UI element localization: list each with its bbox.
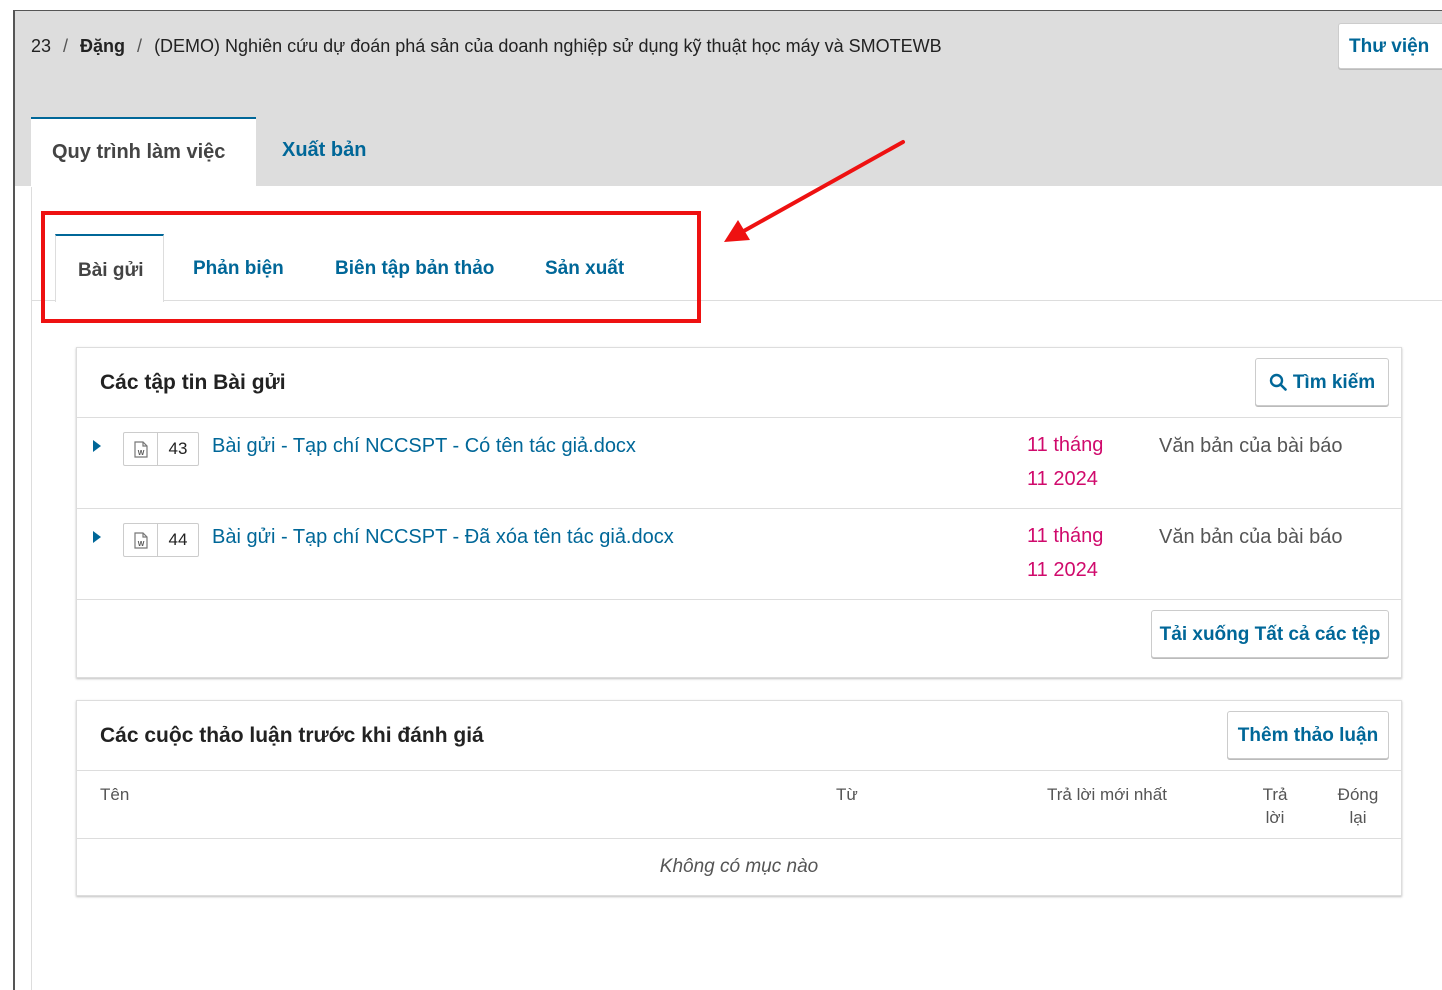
file-row: W 43 Bài gửi - Tạp chí NCCSPT - Có tên t… bbox=[77, 417, 1401, 508]
discussions-panel: Các cuộc thảo luận trước khi đánh giá Th… bbox=[76, 700, 1402, 896]
annotation-arrow-icon bbox=[724, 140, 905, 242]
tab-publication[interactable]: Xuất bản bbox=[282, 117, 366, 187]
column-replies-line2: lời bbox=[1265, 808, 1285, 827]
file-date: 11 tháng 11 2024 bbox=[1027, 519, 1127, 587]
breadcrumb: 23/Đặng / (DEMO) Nghiên cứu dự đoán phá sả… bbox=[31, 36, 942, 56]
discussion-table-header: Tên Từ Trả lời mới nhất Trả lời Đóng lại bbox=[77, 770, 1401, 838]
expand-arrow-icon[interactable] bbox=[93, 531, 101, 543]
file-type: Văn bản của bài báo bbox=[1159, 435, 1343, 457]
files-footer: Tải xuống Tất cả các tệp bbox=[77, 599, 1401, 678]
svg-text:W: W bbox=[137, 541, 144, 548]
library-button[interactable]: Thư viện bbox=[1338, 23, 1442, 69]
file-link[interactable]: Bài gửi - Tạp chí NCCSPT - Đã xóa tên tá… bbox=[212, 526, 674, 549]
column-replies-line1: Trả bbox=[1262, 785, 1288, 804]
file-date: 11 tháng 11 2024 bbox=[1027, 428, 1127, 496]
search-button[interactable]: Tìm kiếm bbox=[1255, 358, 1389, 406]
word-document-icon: W bbox=[124, 433, 158, 465]
column-closed-line2: lại bbox=[1349, 808, 1367, 827]
file-date-line2: 11 2024 bbox=[1027, 468, 1098, 490]
file-row: W 44 Bài gửi - Tạp chí NCCSPT - Đã xóa t… bbox=[77, 508, 1401, 599]
download-all-button[interactable]: Tải xuống Tất cả các tệp bbox=[1151, 610, 1389, 658]
tab-workflow[interactable]: Quy trình làm việc bbox=[31, 117, 256, 187]
column-closed-line1: Đóng bbox=[1337, 785, 1379, 804]
search-button-label: Tìm kiếm bbox=[1292, 372, 1376, 393]
empty-message: Không có mục nào bbox=[77, 838, 1401, 895]
word-document-icon: W bbox=[124, 524, 158, 556]
frame-border-top bbox=[13, 10, 1442, 11]
file-id: 44 bbox=[168, 530, 188, 549]
search-icon bbox=[1269, 373, 1287, 397]
file-type: Văn bản của bài báo bbox=[1159, 526, 1343, 548]
column-closed: Đóng lại bbox=[1333, 783, 1383, 829]
submission-files-panel: Các tập tin Bài gửi Tìm kiếm W 43 Bài gử… bbox=[76, 347, 1402, 678]
discussions-panel-title: Các cuộc thảo luận trước khi đánh giá bbox=[100, 724, 484, 747]
file-date-line1: 11 tháng bbox=[1027, 525, 1104, 547]
submission-id: 23 bbox=[31, 36, 52, 56]
file-date-line1: 11 tháng bbox=[1027, 434, 1104, 456]
column-replies: Trả lời bbox=[1255, 783, 1295, 829]
column-name: Tên bbox=[100, 785, 130, 804]
add-discussion-button[interactable]: Thêm thảo luận bbox=[1227, 711, 1389, 759]
expand-arrow-icon[interactable] bbox=[93, 440, 101, 452]
submission-author: Đặng bbox=[80, 36, 126, 56]
frame-border-left bbox=[13, 10, 15, 990]
file-badge: W 44 bbox=[123, 523, 199, 557]
file-link[interactable]: Bài gửi - Tạp chí NCCSPT - Có tên tác gi… bbox=[212, 435, 636, 458]
submission-title: (DEMO) Nghiên cứu dự đoán phá sản của do… bbox=[154, 36, 942, 56]
file-date-line2: 11 2024 bbox=[1027, 559, 1098, 581]
column-last-reply: Trả lời mới nhất bbox=[1047, 785, 1167, 804]
file-badge: W 43 bbox=[123, 432, 199, 466]
column-from: Từ bbox=[836, 785, 858, 804]
highlight-box bbox=[41, 211, 701, 323]
svg-text:W: W bbox=[137, 450, 144, 457]
files-panel-title: Các tập tin Bài gửi bbox=[100, 371, 286, 394]
file-id: 43 bbox=[168, 439, 188, 458]
